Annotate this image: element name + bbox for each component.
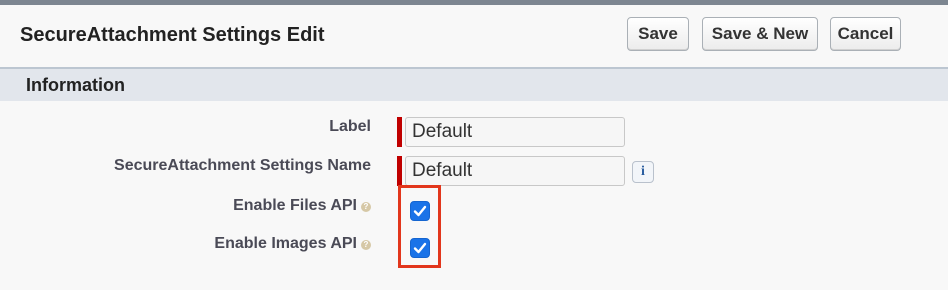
section-header: Information (0, 67, 948, 101)
highlight-box (398, 185, 441, 268)
page-header: SecureAttachment Settings Edit Save Save… (0, 5, 948, 63)
name-input[interactable] (405, 156, 625, 186)
files-api-label: Enable Files API? (233, 197, 371, 215)
files-api-label-text: Enable Files API (233, 197, 357, 214)
save-button[interactable]: Save (627, 17, 689, 51)
required-indicator (397, 117, 402, 147)
cancel-button[interactable]: Cancel (830, 17, 901, 51)
label-field-label: Label (329, 118, 371, 135)
help-icon[interactable]: ? (361, 240, 371, 250)
save-and-new-button[interactable]: Save & New (702, 17, 818, 51)
required-indicator (397, 156, 402, 186)
info-icon[interactable]: i (632, 161, 654, 183)
images-api-label-text: Enable Images API (214, 235, 357, 252)
section-title: Information (26, 75, 125, 95)
help-icon[interactable]: ? (361, 202, 371, 212)
label-input[interactable] (405, 117, 625, 147)
images-api-label: Enable Images API? (214, 235, 371, 253)
page-title: SecureAttachment Settings Edit (20, 24, 325, 46)
name-field-label: SecureAttachment Settings Name (114, 157, 371, 174)
